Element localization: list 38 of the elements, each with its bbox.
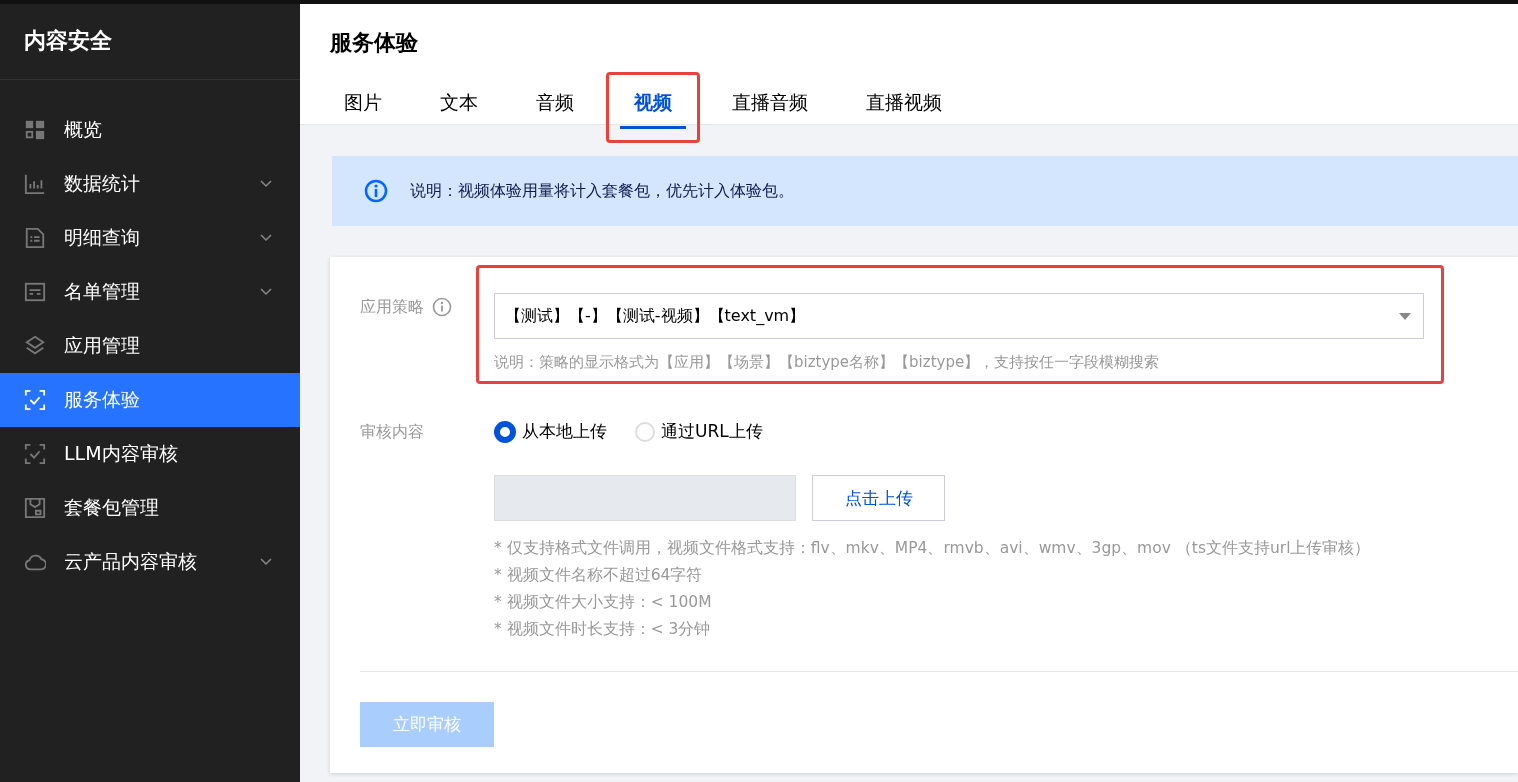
package-icon bbox=[24, 497, 46, 519]
scan-check-icon bbox=[24, 389, 46, 411]
field-label: 审核内容 bbox=[360, 422, 424, 443]
caret-icon bbox=[1399, 312, 1411, 320]
field-hint: 说明：策略的显示格式为【应用】【场景】【biztype名称】【biztype】，支持按任一字段模糊搜索 bbox=[494, 353, 1161, 372]
radio-option[interactable]: 通过URL上传 bbox=[635, 420, 763, 443]
tab[interactable]: 视频 bbox=[620, 78, 686, 129]
tab[interactable]: 直播视频 bbox=[852, 78, 956, 129]
sidebar-item[interactable]: 名单管理 bbox=[0, 265, 300, 319]
note-text: * 仅支持格式文件调用，视频文件格式支持：flv、mkv、MP4、rmvb、avi、wmv、3gp、mov （ts文件支持url上传审核） bbox=[494, 538, 1372, 559]
bar-chart-icon bbox=[24, 173, 46, 195]
document-icon bbox=[24, 227, 46, 249]
sidebar-item[interactable]: 明细查询 bbox=[0, 211, 300, 265]
note-text: * 视频文件时长支持：< 3分钟 bbox=[494, 619, 712, 640]
note-text: * 视频文件大小支持：< 100M bbox=[494, 592, 713, 613]
grid-icon bbox=[24, 119, 46, 141]
note-text: * 视频文件名称不超过64字符 bbox=[494, 565, 704, 586]
sidebar-item[interactable]: 数据统计 bbox=[0, 157, 300, 211]
tab[interactable]: 图片 bbox=[330, 78, 396, 129]
tab[interactable]: 音频 bbox=[522, 78, 588, 129]
radio-option[interactable]: 从本地上传 bbox=[494, 420, 607, 443]
notice-text: 说明：视频体验用量将计入套餐包，优先计入体验包。 bbox=[410, 180, 794, 202]
tab[interactable]: 文本 bbox=[426, 78, 492, 129]
sidebar-item[interactable]: LLM内容审核 bbox=[0, 427, 300, 481]
sidebar-item[interactable]: 服务体验 bbox=[0, 373, 300, 427]
field-label: 应用策略 bbox=[360, 297, 424, 318]
list-card-icon bbox=[24, 281, 46, 303]
layers-icon bbox=[24, 335, 46, 357]
sidebar-item[interactable]: 概览 bbox=[0, 103, 300, 157]
upload-button[interactable]: 点击上传 bbox=[812, 475, 945, 521]
page-title: 服务体验 bbox=[330, 29, 419, 57]
scan-check-icon bbox=[24, 443, 46, 465]
sidebar-item[interactable]: 应用管理 bbox=[0, 319, 300, 373]
sidebar-item[interactable]: 云产品内容审核 bbox=[0, 535, 300, 589]
sidebar-item[interactable]: 套餐包管理 bbox=[0, 481, 300, 535]
tab[interactable]: 直播音频 bbox=[718, 78, 822, 129]
strategy-dropdown[interactable]: 【测试】【-】【测试-视频】【text_vm】 bbox=[494, 293, 1424, 339]
info-icon bbox=[364, 179, 388, 203]
